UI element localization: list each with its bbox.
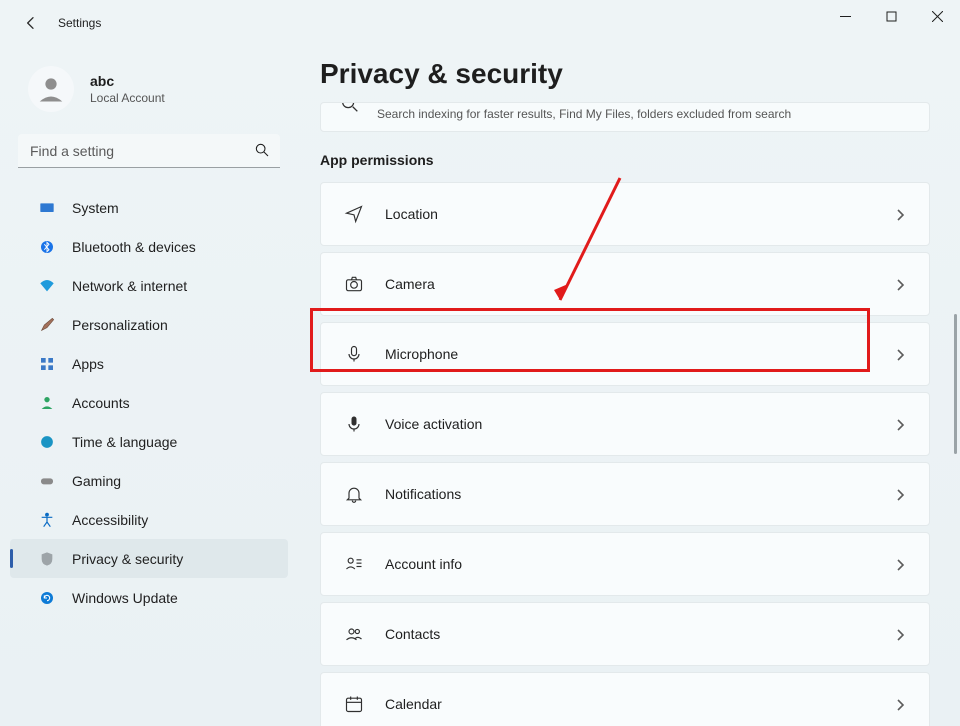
nav-item-privacy[interactable]: Privacy & security bbox=[10, 539, 288, 578]
chevron-right-icon bbox=[895, 628, 907, 640]
card-label: Notifications bbox=[385, 486, 461, 502]
chevron-right-icon bbox=[895, 278, 907, 290]
contacts-icon bbox=[343, 623, 365, 645]
nav-item-personalization[interactable]: Personalization bbox=[10, 305, 288, 344]
shield-icon bbox=[38, 550, 56, 568]
nav-list: System Bluetooth & devices Network & int… bbox=[0, 188, 298, 617]
nav-item-label: Gaming bbox=[72, 473, 121, 489]
nav-item-accounts[interactable]: Accounts bbox=[10, 383, 288, 422]
card-label: Contacts bbox=[385, 626, 440, 642]
nav-item-label: Network & internet bbox=[72, 278, 187, 294]
search-index-icon bbox=[339, 102, 361, 115]
titlebar: Settings bbox=[0, 0, 960, 46]
card-subtitle: Search indexing for faster results, Find… bbox=[377, 107, 791, 121]
card-calendar[interactable]: Calendar bbox=[320, 672, 930, 726]
card-label: Voice activation bbox=[385, 416, 482, 432]
nav-item-label: Privacy & security bbox=[72, 551, 183, 567]
card-searching-windows[interactable]: Search indexing for faster results, Find… bbox=[320, 102, 930, 132]
card-microphone[interactable]: Microphone bbox=[320, 322, 930, 386]
minimize-button[interactable] bbox=[822, 0, 868, 32]
clock-icon bbox=[38, 433, 56, 451]
account-info-icon bbox=[343, 553, 365, 575]
nav-item-bluetooth[interactable]: Bluetooth & devices bbox=[10, 227, 288, 266]
accessibility-icon bbox=[38, 511, 56, 529]
nav-item-time[interactable]: Time & language bbox=[10, 422, 288, 461]
person-icon bbox=[38, 394, 56, 412]
wifi-icon bbox=[38, 277, 56, 295]
card-label: Camera bbox=[385, 276, 435, 292]
section-title: App permissions bbox=[320, 152, 930, 168]
brush-icon bbox=[38, 316, 56, 334]
nav-item-label: Apps bbox=[72, 356, 104, 372]
window-controls bbox=[822, 0, 960, 32]
search-input[interactable] bbox=[18, 134, 280, 168]
maximize-button[interactable] bbox=[868, 0, 914, 32]
card-account-info[interactable]: Account info bbox=[320, 532, 930, 596]
nav-item-label: Bluetooth & devices bbox=[72, 239, 196, 255]
nav-item-gaming[interactable]: Gaming bbox=[10, 461, 288, 500]
card-label: Calendar bbox=[385, 696, 442, 712]
card-location[interactable]: Location bbox=[320, 182, 930, 246]
account-subtitle: Local Account bbox=[90, 91, 165, 105]
chevron-right-icon bbox=[895, 698, 907, 710]
gamepad-icon bbox=[38, 472, 56, 490]
card-contacts[interactable]: Contacts bbox=[320, 602, 930, 666]
nav-item-accessibility[interactable]: Accessibility bbox=[10, 500, 288, 539]
chevron-right-icon bbox=[895, 348, 907, 360]
avatar bbox=[28, 66, 74, 112]
nav-item-label: Windows Update bbox=[72, 590, 178, 606]
page-title: Privacy & security bbox=[320, 58, 930, 90]
location-icon bbox=[343, 203, 365, 225]
nav-item-label: Time & language bbox=[72, 434, 177, 450]
chevron-right-icon bbox=[895, 208, 907, 220]
nav-item-network[interactable]: Network & internet bbox=[10, 266, 288, 305]
card-notifications[interactable]: Notifications bbox=[320, 462, 930, 526]
voice-icon bbox=[343, 413, 365, 435]
bluetooth-icon bbox=[38, 238, 56, 256]
chevron-right-icon bbox=[895, 558, 907, 570]
nav-item-update[interactable]: Windows Update bbox=[10, 578, 288, 617]
card-label: Location bbox=[385, 206, 438, 222]
account-block[interactable]: abc Local Account bbox=[0, 56, 298, 134]
back-button[interactable] bbox=[14, 6, 48, 40]
nav-item-label: Accessibility bbox=[72, 512, 148, 528]
nav-item-apps[interactable]: Apps bbox=[10, 344, 288, 383]
sidebar: abc Local Account System Bluetooth & dev… bbox=[0, 46, 298, 726]
nav-item-label: Personalization bbox=[72, 317, 168, 333]
scrollbar-thumb[interactable] bbox=[954, 314, 957, 454]
chevron-right-icon bbox=[895, 488, 907, 500]
card-label: Microphone bbox=[385, 346, 458, 362]
window-title: Settings bbox=[58, 16, 101, 30]
nav-item-label: System bbox=[72, 200, 119, 216]
system-icon bbox=[38, 199, 56, 217]
close-button[interactable] bbox=[914, 0, 960, 32]
account-name: abc bbox=[90, 73, 165, 89]
chevron-right-icon bbox=[895, 418, 907, 430]
camera-icon bbox=[343, 273, 365, 295]
calendar-icon bbox=[343, 693, 365, 715]
apps-icon bbox=[38, 355, 56, 373]
bell-icon bbox=[343, 483, 365, 505]
update-icon bbox=[38, 589, 56, 607]
nav-item-system[interactable]: System bbox=[10, 188, 288, 227]
microphone-icon bbox=[343, 343, 365, 365]
nav-item-label: Accounts bbox=[72, 395, 130, 411]
card-voice-activation[interactable]: Voice activation bbox=[320, 392, 930, 456]
main-content: Privacy & security Search indexing for f… bbox=[298, 46, 960, 726]
search-icon bbox=[254, 142, 270, 158]
card-label: Account info bbox=[385, 556, 462, 572]
card-camera[interactable]: Camera bbox=[320, 252, 930, 316]
